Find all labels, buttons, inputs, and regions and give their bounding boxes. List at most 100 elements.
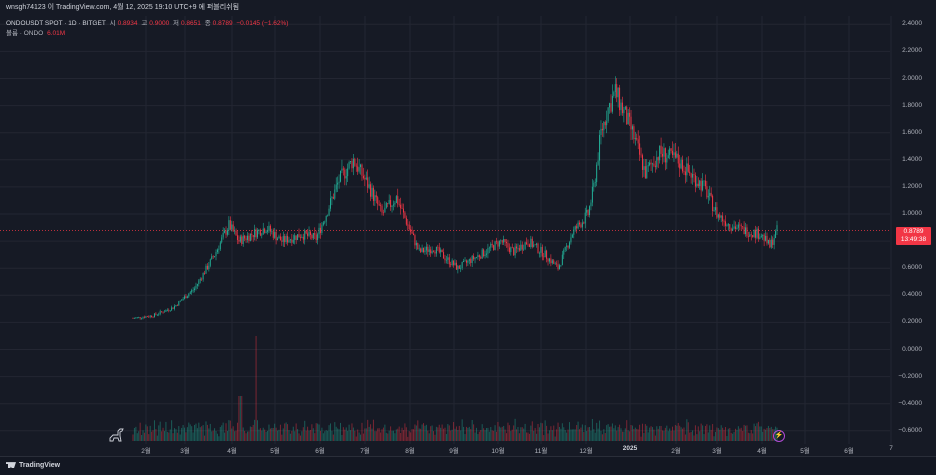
volume-bar [262, 427, 264, 441]
x-tick-label: 5월 [270, 448, 280, 455]
volume-bar [178, 426, 180, 441]
volume-bar [727, 428, 729, 441]
candle-body [700, 180, 702, 191]
volume-bar [662, 430, 664, 441]
volume-bar [430, 426, 432, 441]
volume-bar [526, 432, 528, 441]
candle-body [412, 233, 414, 236]
tradingview-logo[interactable]: TradingView [6, 462, 60, 469]
volume-bar [196, 428, 198, 441]
candle-body [490, 243, 492, 248]
candle-body [282, 236, 284, 242]
volume-bar [749, 433, 751, 441]
candle-body [249, 233, 251, 241]
candle-body [586, 209, 588, 213]
candle-body [677, 153, 679, 164]
volume-bar [660, 425, 662, 441]
y-tick-label: 2.4000 [902, 20, 922, 28]
volume-bar [473, 424, 475, 441]
x-tick-label: 12월 [579, 448, 593, 455]
volume-bar [148, 434, 150, 441]
volume-bar [674, 425, 676, 441]
price-chart[interactable] [0, 0, 936, 456]
volume-bar [281, 434, 283, 441]
candle-body [755, 229, 757, 238]
candle-body [594, 182, 596, 183]
candle-body [169, 310, 171, 312]
candle-body [704, 180, 706, 187]
volume-bar [302, 427, 304, 441]
candle-body [437, 246, 439, 248]
candle-body [467, 260, 469, 263]
volume-bar [152, 430, 154, 441]
candle-body [384, 207, 386, 213]
candle-body [246, 235, 248, 240]
volume-bar [719, 429, 721, 441]
candle-body [537, 243, 539, 254]
candle-body [568, 242, 570, 248]
volume-bar [516, 429, 518, 441]
volume-bar [546, 425, 548, 441]
volume-bar [477, 434, 479, 441]
candle-body [431, 251, 433, 254]
volume-bar [269, 428, 271, 441]
low-value: 0.8651 [180, 20, 201, 27]
candle-body [370, 184, 372, 197]
candle-body [631, 126, 633, 130]
candle-body [312, 233, 314, 239]
volume-bar [704, 425, 706, 441]
volume-bar [467, 427, 469, 441]
candle-body [142, 317, 144, 319]
volume-bar [165, 421, 167, 441]
candle-body [464, 260, 466, 262]
volume-bar [649, 427, 651, 441]
volume-bar [246, 431, 248, 441]
volume-bar [425, 424, 427, 441]
last-price-tag: 0.8789 13:49:38 [896, 227, 931, 245]
candle-body [724, 221, 726, 226]
y-tick-label: 1.2000 [902, 182, 922, 190]
candle-body [570, 237, 572, 243]
volume-bar [146, 426, 148, 441]
candle-body [491, 243, 493, 246]
volume-bar [450, 430, 452, 441]
volume-bar [259, 428, 261, 441]
low-label: 저 [173, 20, 179, 27]
candle-body [517, 248, 519, 249]
candle-body [226, 230, 228, 235]
volume-bar [630, 424, 632, 441]
volume-bar [676, 425, 678, 441]
symbol-title[interactable]: ONDOUSDT SPOT · 1D · BITGET [6, 20, 106, 27]
volume-bar [465, 426, 467, 441]
candle-body [192, 290, 194, 291]
candle-body [597, 160, 599, 165]
candle-body [750, 234, 752, 236]
candle-body [470, 259, 472, 263]
volume-bar [620, 428, 622, 441]
volume-bar [702, 425, 704, 441]
candle-body [773, 238, 775, 245]
candle-body [664, 148, 666, 163]
candle-body [487, 248, 489, 254]
x-tick-label: 8월 [405, 448, 415, 455]
candle-body [646, 166, 648, 179]
volume-bar [145, 424, 147, 441]
volume-bar [202, 425, 204, 441]
volume-bar [338, 429, 340, 441]
candle-body [534, 244, 536, 246]
candle-body [583, 222, 585, 224]
candle-body [141, 318, 143, 319]
volume-bar [151, 431, 153, 441]
volume-bar [194, 424, 196, 441]
candle-body [191, 290, 193, 293]
volume-bar [527, 432, 529, 441]
flash-icon[interactable]: ⚡ [773, 430, 785, 442]
volume-bar [528, 433, 530, 441]
candle-body [445, 259, 447, 261]
volume-bar [624, 428, 626, 441]
volume-bar [435, 426, 437, 441]
volume-bar [742, 431, 744, 441]
candle-body [451, 260, 453, 265]
candle-body [689, 171, 691, 174]
candle-body [146, 316, 148, 318]
